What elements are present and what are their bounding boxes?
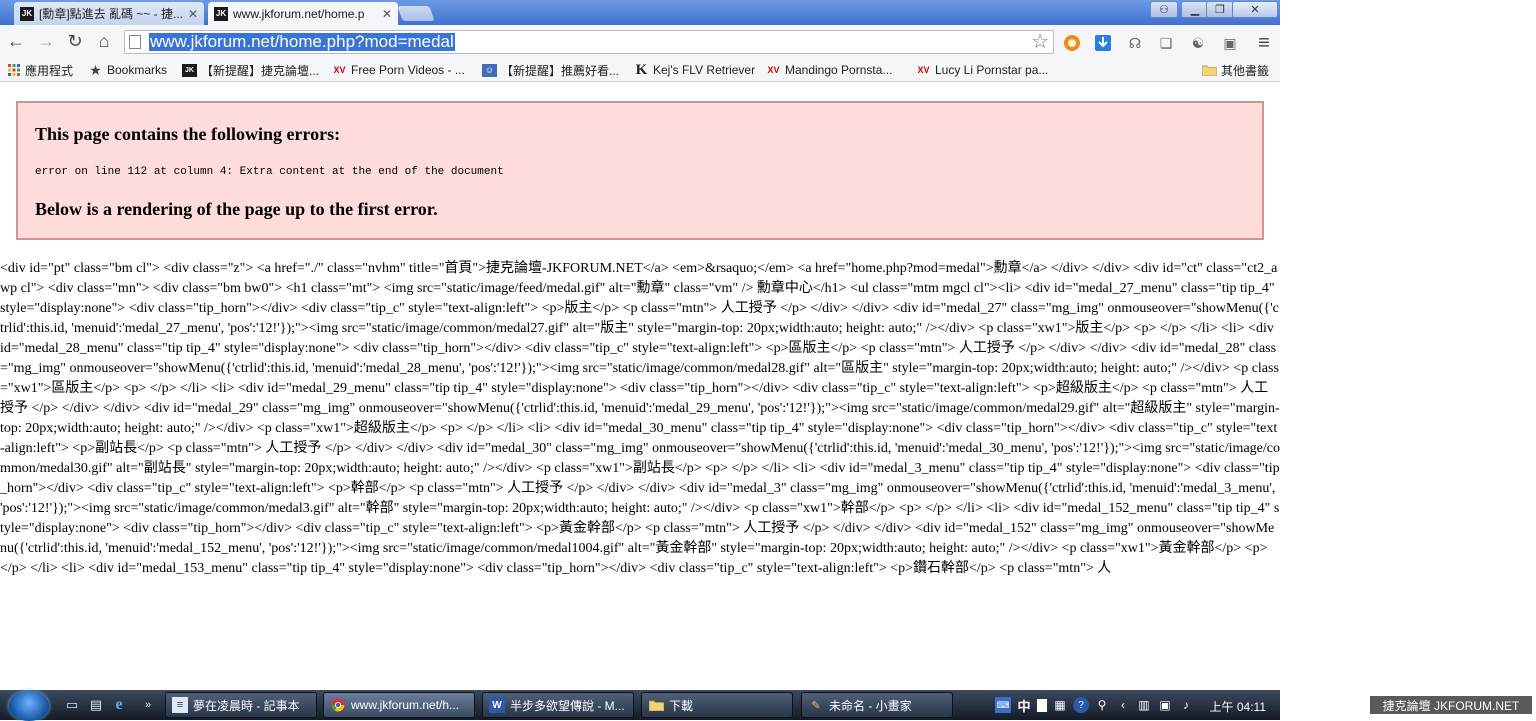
task-downloads-folder[interactable]: 下載	[641, 692, 793, 718]
internet-explorer-icon[interactable]: e	[111, 696, 127, 713]
gamepad-extension-icon[interactable]: ☯	[1188, 33, 1208, 53]
bookmark-label: Kej's FLV Retriever	[653, 63, 756, 77]
word-icon: W	[489, 697, 505, 713]
chrome-menu-icon[interactable]: ≡	[1254, 32, 1274, 54]
bookmark-other-bookmarks[interactable]: 其他書籤	[1202, 61, 1269, 79]
back-button[interactable]: ←	[5, 30, 27, 52]
paint-icon: ✎	[811, 699, 821, 712]
folder-icon	[1202, 64, 1217, 77]
star-icon: ★	[89, 61, 102, 78]
bookmark-label: 其他書籤	[1221, 63, 1270, 78]
xv-favicon-icon: XV	[917, 65, 930, 75]
quicklaunch-more-icon[interactable]: »	[140, 697, 156, 713]
switch-windows-icon[interactable]: ▤	[88, 697, 104, 713]
bookmark-recommend[interactable]: ☺ 【新提醒】推薦好看...	[482, 61, 619, 79]
task-label: 半步多欲望傳說 - M...	[510, 698, 625, 713]
bookmark-star-icon[interactable]: ☆	[1031, 31, 1049, 53]
apps-grid-icon	[6, 64, 21, 77]
forward-button[interactable]: →	[35, 30, 57, 52]
home-button[interactable]: ⌂	[93, 30, 115, 52]
xml-error-box: This page contains the following errors:…	[16, 101, 1264, 240]
bookmarks-bar: 應用程式 ★ Bookmarks JK 【新提醒】捷克論壇... XV Free…	[0, 58, 1280, 82]
task-label: www.jkforum.net/h...	[351, 698, 460, 712]
error-heading: This page contains the following errors:	[35, 124, 341, 144]
user-profile-button[interactable]: ⚇	[1150, 1, 1178, 18]
task-paint[interactable]: ✎ 未命名 - 小畫家	[801, 692, 953, 718]
url-text[interactable]: www.jkforum.net/home.php?mod=medal	[149, 33, 455, 51]
ime-options-icon[interactable]: ⚲	[1094, 697, 1110, 713]
address-bar[interactable]: www.jkforum.net/home.php?mod=medal ☆	[124, 30, 1054, 54]
monitor-icon[interactable]: ▣	[1157, 697, 1173, 713]
start-button[interactable]	[9, 691, 49, 721]
tab-close-icon[interactable]: ✕	[382, 7, 392, 21]
bookmark-jkforum[interactable]: JK 【新提醒】捷克論壇...	[182, 61, 319, 79]
bookmark-free-porn-videos[interactable]: XV Free Porn Videos - ...	[332, 61, 465, 79]
task-word[interactable]: W 半步多欲望傳說 - M...	[482, 692, 634, 718]
bookmark-kejs-flv[interactable]: K Kej's FLV Retriever	[634, 61, 755, 79]
layers-extension-icon[interactable]: ❏	[1156, 33, 1176, 53]
system-tray: ⌨ 中 ▦ ? ⚲ ‹ ▥ ▣ ♪ 上午 04:11	[995, 692, 1280, 718]
jkforum-watermark: 捷克論壇 JKFORUM.NET	[1370, 696, 1532, 714]
bookmark-label: Mandingo Pornsta...	[785, 63, 893, 77]
chrome-icon	[330, 697, 346, 713]
minimize-button[interactable]: ▁	[1181, 1, 1209, 18]
notepad-icon: ≡	[172, 697, 188, 713]
bookmark-label: Free Porn Videos - ...	[351, 63, 465, 77]
bookmark-label: 應用程式	[25, 63, 74, 78]
jk-favicon-icon: JK	[20, 6, 34, 21]
download-extension-icon[interactable]	[1093, 33, 1113, 53]
bookmark-label: Lucy Li Pornstar pa...	[935, 63, 1049, 77]
k-favicon-icon: K	[635, 61, 648, 78]
page-icon	[129, 35, 141, 49]
tab-medal-thread[interactable]: JK [勳章]點進去 亂碼 ~~ - 捷... ✕	[14, 2, 204, 25]
tab-title: www.jkforum.net/home.p	[233, 6, 365, 21]
tab-jkforum-medal[interactable]: JK www.jkforum.net/home.p ✕	[208, 2, 398, 25]
screenshot-extension-icon[interactable]: ▣	[1220, 33, 1240, 53]
ime-pad-icon[interactable]: ▦	[1052, 697, 1068, 713]
browser-window: JK [勳章]點進去 亂碼 ~~ - 捷... ✕ JK www.jkforum…	[0, 0, 1280, 690]
xv-favicon-icon: XV	[767, 65, 780, 75]
volume-icon[interactable]: ♪	[1178, 697, 1194, 713]
maximize-button[interactable]: ❐	[1206, 1, 1234, 18]
bookmark-lucy-li[interactable]: XV Lucy Li Pornstar pa...	[916, 61, 1048, 79]
new-tab-button[interactable]	[397, 6, 435, 21]
fullwidth-icon[interactable]	[1037, 698, 1047, 712]
bookmark-label: 【新提醒】推薦好看...	[501, 63, 620, 78]
error-subheading: Below is a rendering of the page up to t…	[35, 199, 438, 219]
task-label: 未命名 - 小畫家	[829, 698, 912, 713]
bookmark-apps[interactable]: 應用程式	[6, 61, 73, 79]
error-message: error on line 112 at column 4: Extra con…	[35, 166, 504, 178]
tab-title: [勳章]點進去 亂碼 ~~ - 捷...	[39, 7, 184, 21]
show-hidden-icons-icon[interactable]: ‹	[1115, 697, 1131, 713]
jk-favicon-icon: JK	[214, 6, 228, 21]
bookmark-label: Bookmarks	[107, 63, 168, 77]
task-label: 夢在凌晨時 - 記事本	[193, 698, 300, 713]
help-icon[interactable]: ?	[1073, 697, 1089, 713]
extension-fire-icon[interactable]	[1062, 33, 1082, 53]
task-chrome[interactable]: www.jkforum.net/h...	[323, 692, 475, 718]
bookmark-bookmarks[interactable]: ★ Bookmarks	[88, 61, 167, 79]
close-window-button[interactable]: ✕	[1232, 1, 1278, 18]
bookmark-mandingo[interactable]: XV Mandingo Pornsta...	[766, 61, 892, 79]
language-bar-icon[interactable]: ⌨	[995, 697, 1011, 713]
show-desktop-icon[interactable]: ▭	[64, 697, 80, 713]
bookmark-label: 【新提醒】捷克論壇...	[201, 63, 320, 78]
tab-close-icon[interactable]: ✕	[188, 7, 198, 21]
tab-strip: JK [勳章]點進去 亂碼 ~~ - 捷... ✕ JK www.jkforum…	[0, 0, 1280, 25]
folder-icon	[648, 697, 664, 713]
ime-mode-indicator[interactable]: 中	[1016, 697, 1032, 714]
xv-favicon-icon: XV	[333, 65, 346, 75]
site-favicon-icon: ☺	[482, 63, 497, 77]
task-label: 下載	[669, 698, 694, 713]
jk-favicon-icon: JK	[182, 63, 197, 77]
task-notepad[interactable]: ≡ 夢在凌晨時 - 記事本	[165, 692, 317, 718]
headphones-extension-icon[interactable]: ☊	[1125, 33, 1145, 53]
raw-page-source: <div id="pt" class="bm cl"> <div class="…	[0, 261, 1280, 576]
network-icon[interactable]: ▥	[1136, 697, 1152, 713]
taskbar-clock[interactable]: 上午 04:11	[1210, 698, 1266, 715]
reload-button[interactable]: ↻	[64, 30, 86, 52]
